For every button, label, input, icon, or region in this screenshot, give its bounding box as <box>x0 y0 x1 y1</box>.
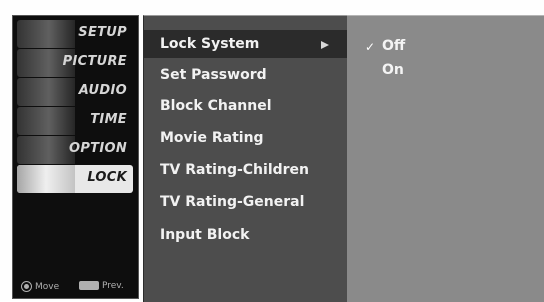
category-label: OPTION <box>68 141 127 156</box>
setup-thumbnail-icon <box>17 20 75 48</box>
checkmark-icon: ✓ <box>365 40 376 54</box>
submenu-item-label: Set Password <box>160 67 267 83</box>
move-dpad-icon <box>21 281 32 292</box>
prev-hint-label: Prev. <box>102 281 124 291</box>
move-hint: Move <box>21 281 59 292</box>
option-label: On <box>382 62 404 78</box>
category-option[interactable]: OPTION <box>17 136 133 164</box>
lock-thumbnail-icon <box>17 165 75 193</box>
category-time[interactable]: TIME <box>17 107 133 135</box>
lock-submenu: Lock System Set Password Block Channel M… <box>143 15 347 302</box>
submenu-item-block-channel[interactable]: Block Channel <box>144 92 347 120</box>
option-thumbnail-icon <box>17 136 75 164</box>
category-label: LOCK <box>87 170 127 185</box>
menu-key-icon <box>79 281 99 290</box>
tv-menu-screen: SETUP PICTURE AUDIO TIME OPTION LOCK Mov… <box>0 0 544 302</box>
submenu-item-set-password[interactable]: Set Password <box>144 61 347 89</box>
submenu-item-tv-rating-children[interactable]: TV Rating-Children <box>144 156 347 184</box>
lock-system-options: ✓ Off On <box>347 15 544 302</box>
category-audio[interactable]: AUDIO <box>17 78 133 106</box>
option-on[interactable]: On <box>347 58 544 82</box>
category-label: TIME <box>90 112 127 127</box>
submenu-item-input-block[interactable]: Input Block <box>144 221 347 249</box>
prev-hint: Prev. <box>79 281 124 291</box>
submenu-item-label: Lock System <box>160 36 260 52</box>
submenu-item-label: TV Rating-Children <box>160 162 310 178</box>
category-sidebar: SETUP PICTURE AUDIO TIME OPTION LOCK Mov… <box>12 15 139 299</box>
category-label: SETUP <box>78 25 127 40</box>
option-off[interactable]: ✓ Off <box>347 34 544 58</box>
category-label: PICTURE <box>62 54 127 69</box>
submenu-item-label: Input Block <box>160 227 250 243</box>
submenu-item-lock-system[interactable]: Lock System <box>144 30 347 58</box>
category-setup[interactable]: SETUP <box>17 20 133 48</box>
submenu-item-tv-rating-general[interactable]: TV Rating-General <box>144 188 347 216</box>
option-label: Off <box>382 38 406 54</box>
category-picture[interactable]: PICTURE <box>17 49 133 77</box>
audio-thumbnail-icon <box>17 78 75 106</box>
category-lock[interactable]: LOCK <box>17 165 133 193</box>
submenu-item-label: Movie Rating <box>160 130 264 146</box>
time-thumbnail-icon <box>17 107 75 135</box>
submenu-arrow-icon <box>321 41 329 49</box>
submenu-item-label: TV Rating-General <box>160 194 305 210</box>
submenu-item-movie-rating[interactable]: Movie Rating <box>144 124 347 152</box>
category-label: AUDIO <box>78 83 127 98</box>
move-hint-label: Move <box>35 282 60 292</box>
submenu-item-label: Block Channel <box>160 98 272 114</box>
